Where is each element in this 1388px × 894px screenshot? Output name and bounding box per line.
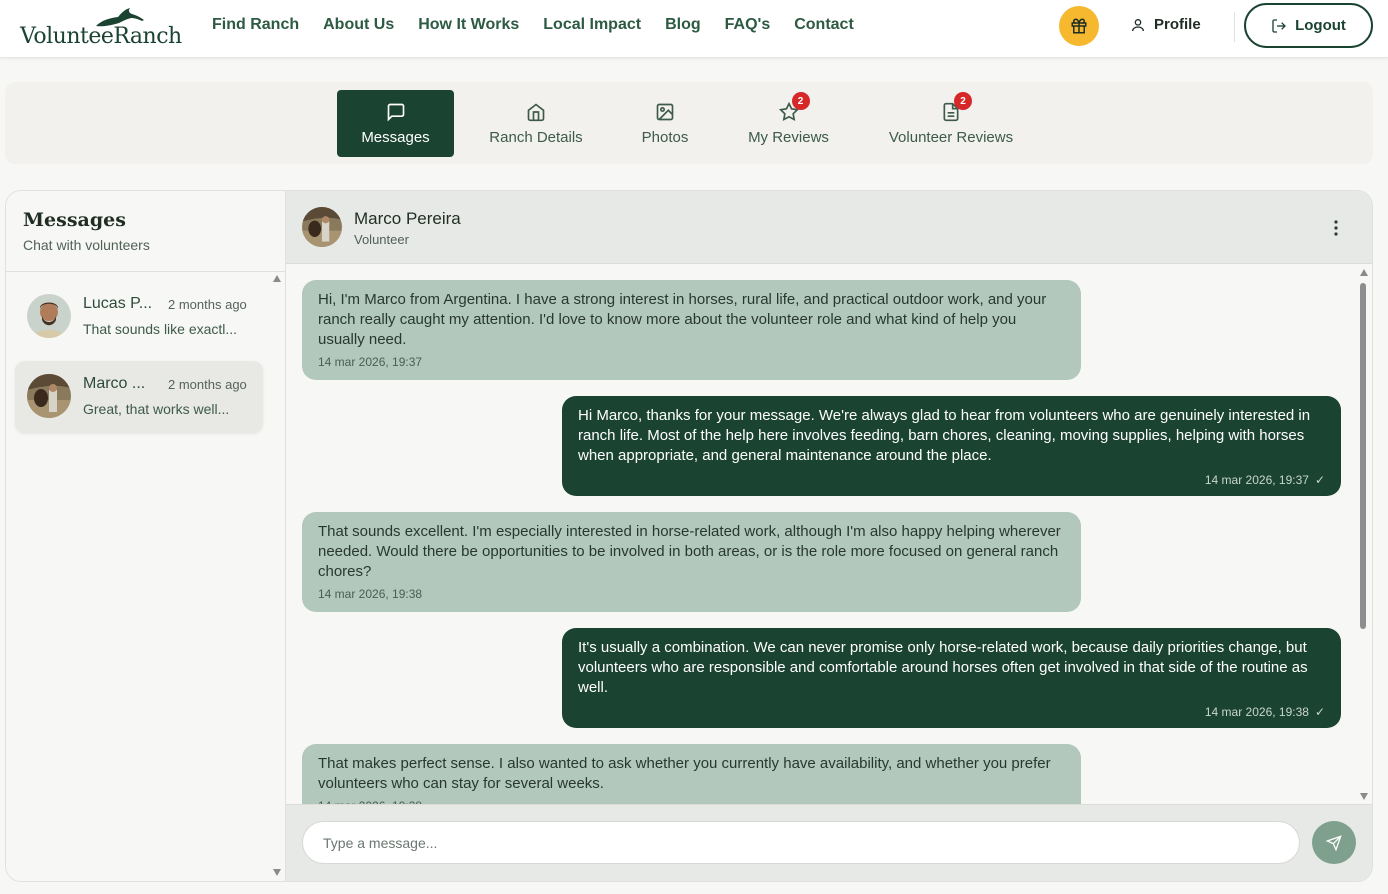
chat-header: Marco Pereira Volunteer [286,191,1372,264]
nav-local-impact[interactable]: Local Impact [543,16,641,34]
message-meta: 14 mar 2026, 19:37 ✓ [578,470,1325,490]
conversation-sidebar: Messages Chat with volunteers Lucas P...… [6,191,286,881]
profile-label: Profile [1154,16,1201,33]
sidebar-scroll-down[interactable] [273,869,281,876]
nav-find-ranch[interactable]: Find Ranch [212,16,299,34]
tab-label: Messages [361,129,430,146]
message-outgoing: Hi Marco, thanks for your message. We're… [562,396,1341,496]
sidebar-scroll-up[interactable] [273,275,281,282]
conversation-name: Marco ... [83,375,146,392]
volunteer-reviews-badge: 2 [954,92,972,110]
image-icon [654,101,676,123]
gift-icon [1071,18,1087,34]
message-outgoing: It's usually a combination. We can never… [562,628,1341,728]
top-navbar: VolunteeRanch Find Ranch About Us How It… [0,0,1388,58]
sidebar-title: Messages [23,209,126,231]
message-time: 14 mar 2026, 19:38 [318,587,423,601]
chat-contact-role: Volunteer [354,232,409,247]
message-time: 14 mar 2026, 19:38 [1204,705,1309,719]
message-incoming: That sounds excellent. I'm especially in… [302,512,1081,612]
logout-button[interactable]: Logout [1244,3,1373,48]
profile-button[interactable]: Profile [1130,16,1201,33]
gift-button[interactable] [1059,6,1099,46]
conversation-item-marco[interactable]: Marco ... 2 months ago Great, that works… [15,361,263,433]
logout-icon [1272,18,1287,33]
avatar [27,294,71,338]
nav-faqs[interactable]: FAQ's [725,16,771,34]
message-time: 14 mar 2026, 19:37 [318,355,423,369]
read-check-icon: ✓ [1314,705,1325,719]
send-button[interactable] [1312,821,1356,864]
conversation-preview: That sounds like exactl... [83,321,238,337]
message-time: 14 mar 2026, 19:38 [318,796,1065,804]
conversation-item-lucas[interactable]: Lucas P... 2 months ago That sounds like… [15,281,263,353]
message-square-icon [385,101,407,123]
home-icon [525,101,547,123]
messages-panel: Messages Chat with volunteers Lucas P...… [5,190,1373,882]
logo-text: VolunteeRanch [20,24,182,49]
conversation-preview: Great, that works well... [83,401,230,417]
chat-contact-name: Marco Pereira [354,209,461,228]
logout-label: Logout [1295,17,1346,34]
tab-photos[interactable]: Photos [625,90,705,157]
message-text: Hi Marco, thanks for your message. We're… [578,407,1311,464]
avatar [302,207,342,247]
nav-blog[interactable]: Blog [665,16,701,34]
tab-my-reviews[interactable]: 2 My Reviews [735,90,842,157]
message-time: 14 mar 2026, 19:37 [1204,473,1309,487]
message-input[interactable] [302,821,1300,864]
nav-how-it-works[interactable]: How It Works [418,16,519,34]
message-text: It's usually a combination. We can never… [578,639,1308,696]
chat-scrollbar-thumb[interactable] [1360,283,1366,629]
message-incoming: Hi, I'm Marco from Argentina. I have a s… [302,280,1081,380]
chat-scroll-down[interactable] [1360,793,1368,800]
reviews-badge: 2 [791,92,810,110]
logo[interactable]: VolunteeRanch [20,6,185,50]
tab-label: Photos [641,129,689,146]
more-options-icon[interactable] [1328,218,1344,238]
tab-ranch-details[interactable]: Ranch Details [475,90,597,157]
tab-messages[interactable]: Messages [337,90,454,157]
nav-contact[interactable]: Contact [794,16,854,34]
conversation-name: Lucas P... [83,295,153,312]
chat-window: Marco Pereira Volunteer Hi, I'm Marco fr… [286,191,1372,881]
tab-label: Ranch Details [489,129,583,146]
send-icon [1326,834,1342,851]
avatar [27,374,71,418]
sidebar-subtitle: Chat with volunteers [23,237,150,253]
tab-volunteer-reviews[interactable]: 2 Volunteer Reviews [875,90,1027,157]
message-text: That makes perfect sense. I also wanted … [318,755,1051,792]
user-icon [1132,18,1144,31]
read-check-icon: ✓ [1314,473,1325,487]
star-icon: 2 [778,92,810,123]
chat-scroll-up[interactable] [1360,269,1368,276]
nav-about-us[interactable]: About Us [323,16,394,34]
document-icon: 2 [940,92,972,123]
tab-label: My Reviews [748,129,829,146]
message-text: Hi, I'm Marco from Argentina. I have a s… [318,291,1047,348]
sidebar-header: Messages Chat with volunteers [6,191,286,272]
message-list: Hi, I'm Marco from Argentina. I have a s… [286,264,1372,804]
message-incoming: That makes perfect sense. I also wanted … [302,744,1081,804]
message-composer [286,804,1372,881]
header-divider [1234,12,1235,42]
dashboard-tabs: Messages Ranch Details Photos 2 My Revie… [5,82,1373,164]
main-nav: Find Ranch About Us How It Works Local I… [212,16,878,34]
conversation-time: 2 months ago [168,297,247,312]
message-meta: 14 mar 2026, 19:38 ✓ [578,702,1325,722]
conversation-time: 2 months ago [168,377,247,392]
message-text: That sounds excellent. I'm especially in… [318,523,1061,580]
tab-label: Volunteer Reviews [888,129,1014,146]
